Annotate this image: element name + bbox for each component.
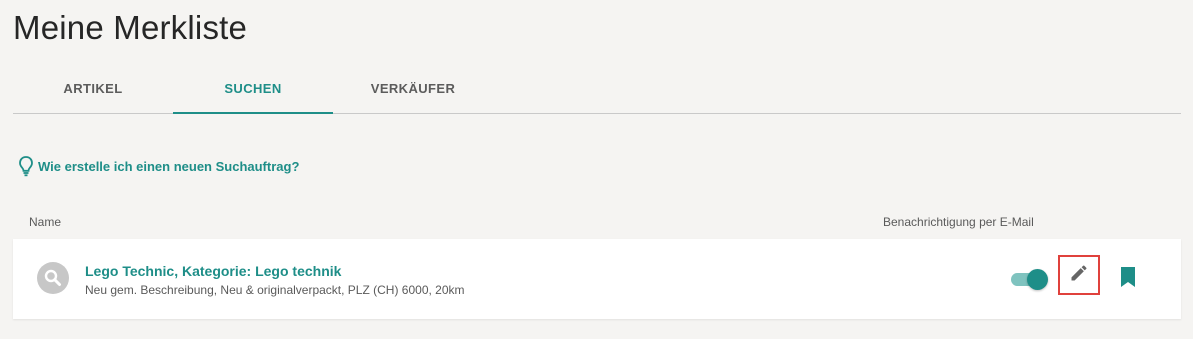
help-link[interactable]: Wie erstelle ich einen neuen Suchauftrag… [17, 155, 299, 177]
tab-bar: ARTIKEL SUCHEN VERKÄUFER [13, 64, 1181, 114]
saved-search-row: Lego Technic, Kategorie: Lego technik Ne… [13, 239, 1181, 319]
saved-search-title[interactable]: Lego Technic, Kategorie: Lego technik [85, 263, 341, 279]
toggle-thumb [1027, 269, 1048, 290]
email-notification-toggle[interactable] [1011, 268, 1049, 290]
lightbulb-icon [17, 155, 35, 177]
column-header-name: Name [29, 215, 62, 229]
help-link-text: Wie erstelle ich einen neuen Suchauftrag… [38, 158, 300, 174]
search-icon [37, 262, 69, 294]
edit-button[interactable] [1058, 255, 1100, 295]
bookmark-button[interactable] [1117, 266, 1139, 292]
saved-search-details: Neu gem. Beschreibung, Neu & originalver… [85, 283, 465, 297]
saved-list-page: Meine Merkliste ARTIKEL SUCHEN VERKÄUFER… [0, 0, 1193, 339]
tab-verkaeufer[interactable]: VERKÄUFER [333, 64, 493, 112]
column-header-email-notification: Benachrichtigung per E-Mail [883, 215, 1034, 229]
active-tab-indicator [173, 112, 333, 114]
page-title: Meine Merkliste [13, 9, 248, 46]
pencil-icon [1069, 263, 1089, 288]
bookmark-icon [1120, 266, 1136, 292]
tab-suchen[interactable]: SUCHEN [173, 64, 333, 112]
tab-artikel[interactable]: ARTIKEL [13, 64, 173, 112]
